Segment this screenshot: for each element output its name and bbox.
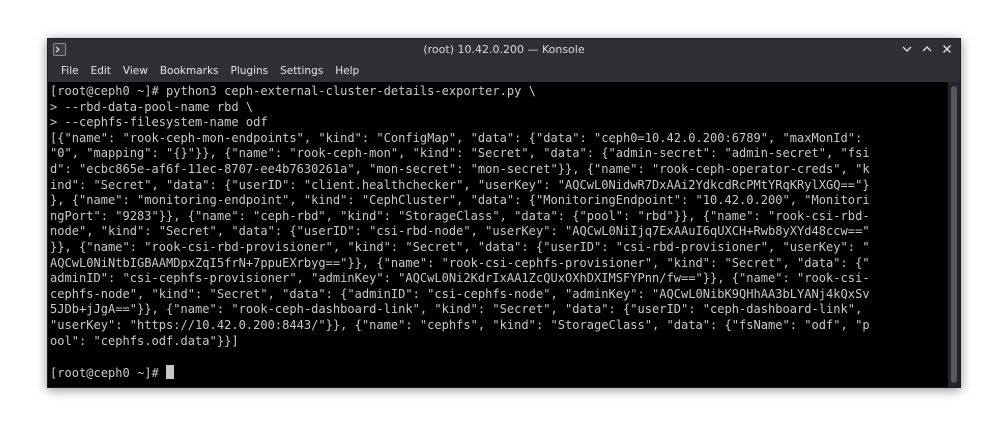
menu-bookmarks[interactable]: Bookmarks <box>154 61 225 82</box>
konsole-window: (root) 10.42.0.200 — Konsole File Edit V… <box>47 38 961 388</box>
terminal-line: "0", "mapping": "{}"}}, {"name": "rook-c… <box>50 146 870 161</box>
terminal-line: ngPort": "9283"}}, {"name": "ceph-rbd", … <box>50 208 870 223</box>
scrollbar-thumb[interactable] <box>951 86 957 383</box>
close-icon <box>943 45 951 53</box>
window-controls <box>900 42 954 56</box>
menu-help[interactable]: Help <box>329 61 365 82</box>
chevron-down-icon <box>902 46 912 52</box>
terminal-line: ind": "Secret", "data": {"userID": "clie… <box>50 177 870 192</box>
menu-plugins[interactable]: Plugins <box>225 61 275 82</box>
menu-settings[interactable]: Settings <box>274 61 329 82</box>
menu-bar: File Edit View Bookmarks Plugins Setting… <box>48 61 960 82</box>
minimize-button[interactable] <box>900 42 914 56</box>
maximize-button[interactable] <box>920 42 934 56</box>
terminal-line: > --cephfs-filesystem-name odf <box>50 115 268 130</box>
terminal-line: cephfs-node", "kind": "Secret", "data": … <box>50 286 870 301</box>
menu-file[interactable]: File <box>55 61 85 82</box>
chevron-up-icon <box>922 46 932 52</box>
terminal-line: "userKey": "https://10.42.0.200:8443/"}}… <box>50 317 870 332</box>
window-title: (root) 10.42.0.200 — Konsole <box>423 43 585 56</box>
terminal-line: }, {"name": "monitoring-endpoint", "kind… <box>50 193 870 208</box>
menu-edit[interactable]: Edit <box>85 61 117 82</box>
terminal-line: ool": "cephfs.odf.data"}}] <box>50 333 239 348</box>
close-button[interactable] <box>940 42 954 56</box>
terminal-prompt: [root@ceph0 ~]# <box>50 365 167 380</box>
terminal-line: AQCwL0NiNtbIGBAAMDpxZqI5frN+7ppuEXrbyg==… <box>50 255 870 270</box>
terminal-scrollbar[interactable] <box>948 82 960 387</box>
menu-view[interactable]: View <box>117 61 154 82</box>
terminal-line: d": "ecbc865e-af6f-11ec-8707-ee4b7630261… <box>50 161 870 176</box>
terminal-line: node", "kind": "Secret", "data": {"userI… <box>50 224 870 239</box>
terminal-cursor <box>166 364 175 379</box>
terminal-line: adminID": "csi-cephfs-provisioner", "adm… <box>50 271 870 286</box>
terminal-line: [{"name": "rook-ceph-mon-endpoints", "ki… <box>50 130 863 145</box>
terminal-line: 5JDb+jJgA=="}}, {"name": "rook-ceph-dash… <box>50 302 863 317</box>
terminal-line: [root@ceph0 ~]# python3 ceph-external-cl… <box>50 84 536 98</box>
terminal-prompt-line: [root@ceph0 ~]# <box>50 364 946 381</box>
terminal-line: > --rbd-data-pool-name rbd \ <box>50 99 254 114</box>
terminal-line: }}, {"name": "rook-csi-rbd-provisioner",… <box>50 239 870 254</box>
terminal-output[interactable]: [root@ceph0 ~]# python3 ceph-external-cl… <box>48 82 948 387</box>
title-bar[interactable]: (root) 10.42.0.200 — Konsole <box>48 39 960 61</box>
